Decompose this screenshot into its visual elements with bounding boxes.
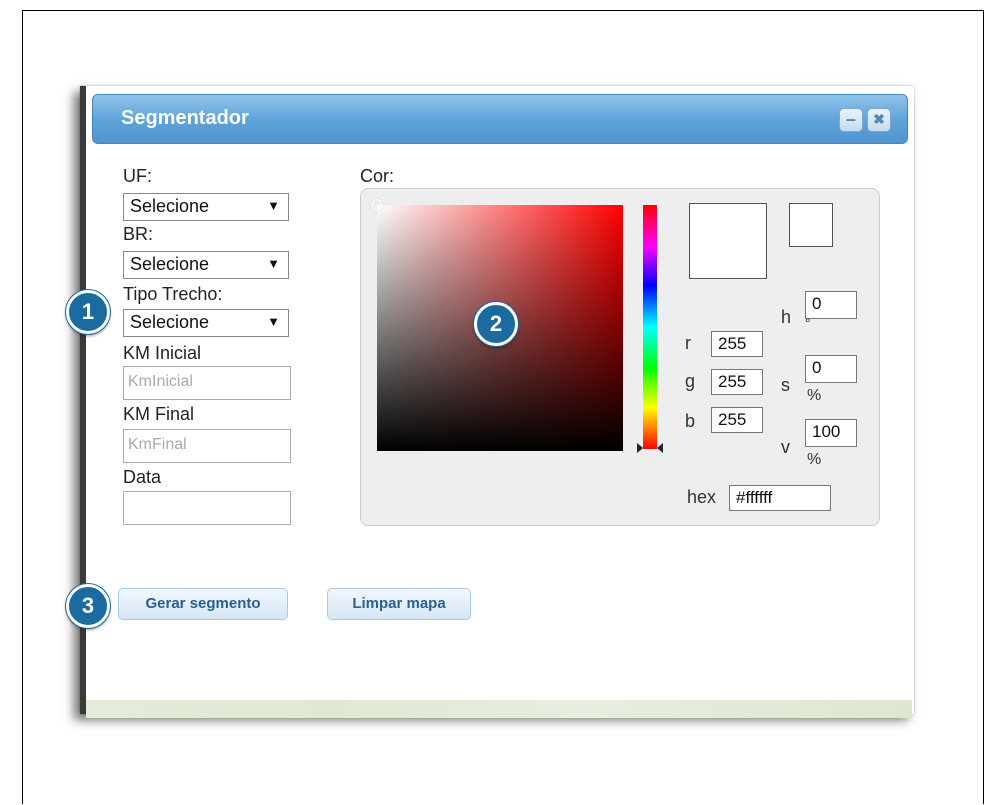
s-unit: % [807,387,822,404]
km-final-input[interactable]: KmFinal [123,429,291,463]
hue-slider-handle-icon[interactable] [637,443,663,453]
chevron-down-icon: ▼ [267,256,280,271]
data-label: Data [123,467,162,487]
hue-slider[interactable] [643,205,657,449]
km-inicial-label: KM Inicial [123,343,202,363]
color-picker: r 255 g 255 b 255 h 0 ° s 0 % v 100 % he… [360,188,880,526]
annotation-badge-3: 3 [66,584,110,628]
annotation-badge-2: 2 [474,302,518,346]
current-color-swatch[interactable] [789,203,833,247]
v-unit: % [807,451,822,468]
uf-select-value: Selecione [130,196,210,216]
s-label: s [781,375,790,395]
tipo-trecho-label: Tipo Trecho: [123,284,223,304]
br-label: BR: [123,224,154,244]
v-label: v [781,437,790,457]
b-label: b [685,411,696,431]
br-select[interactable]: Selecione ▼ [123,251,289,279]
gerar-segmento-button[interactable]: Gerar segmento [118,588,288,620]
r-label: r [685,333,691,353]
uf-label: UF: [123,166,152,186]
minimize-button[interactable]: – [839,108,863,132]
tipo-trecho-select[interactable]: Selecione ▼ [123,309,289,337]
h-label: h [781,307,792,327]
data-input[interactable] [123,491,291,525]
h-unit: ° [805,315,811,331]
chevron-down-icon: ▼ [267,198,280,213]
hex-field[interactable]: #ffffff [729,485,831,511]
hex-label: hex [687,487,717,507]
km-inicial-input[interactable]: KmInicial [123,366,291,400]
br-select-value: Selecione [130,254,210,274]
uf-select[interactable]: Selecione ▼ [123,193,289,221]
km-final-label: KM Final [123,404,195,424]
s-field[interactable]: 0 [805,355,857,383]
tipo-trecho-select-value: Selecione [130,312,210,332]
close-button[interactable]: ✖ [867,108,891,132]
g-label: g [685,371,696,391]
new-color-swatch [689,203,767,279]
picker-cursor-icon[interactable] [371,199,383,211]
v-field[interactable]: 100 [805,419,857,447]
limpar-mapa-button[interactable]: Limpar mapa [327,588,471,620]
r-field[interactable]: 255 [711,331,763,357]
b-field[interactable]: 255 [711,407,763,433]
annotation-badge-1: 1 [66,290,110,334]
window-titlebar[interactable]: Segmentador – ✖ [92,94,908,144]
window-title: Segmentador [121,107,249,129]
chevron-down-icon: ▼ [267,314,280,329]
map-background-strip [86,700,912,718]
g-field[interactable]: 255 [711,369,763,395]
cor-label: Cor: [360,166,395,186]
h-field[interactable]: 0 [805,291,857,319]
